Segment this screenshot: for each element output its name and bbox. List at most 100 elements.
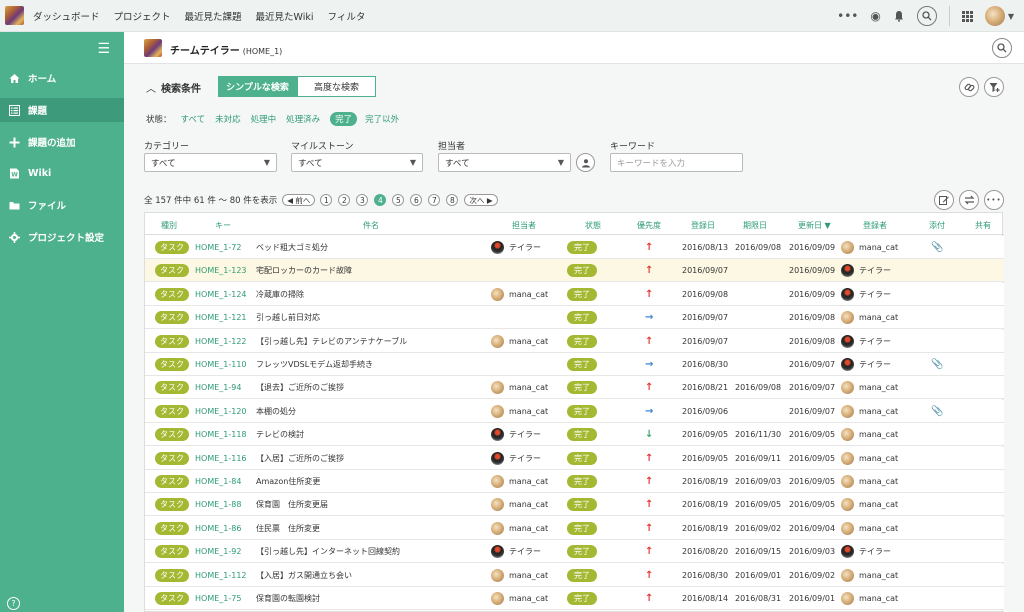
more-options-icon[interactable]: •••	[984, 190, 1004, 210]
issue-key-link[interactable]: HOME_1-112	[195, 571, 247, 580]
issue-key-link[interactable]: HOME_1-116	[195, 454, 247, 463]
issue-key-link[interactable]: HOME_1-86	[195, 524, 241, 533]
table-row[interactable]: タスク HOME_1-88 保育園 住所変更届 mana_cat 完了 ↑ 2016/08/…	[145, 493, 1004, 517]
sidebar-item-home[interactable]: ホーム	[0, 66, 124, 90]
col-subject[interactable]: 件名	[363, 220, 379, 231]
col-created[interactable]: 登録日	[691, 220, 715, 231]
issue-subject-link[interactable]: 引っ越し前日対応	[256, 312, 320, 323]
issue-key-link[interactable]: HOME_1-120	[195, 407, 247, 416]
table-row[interactable]: タスク HOME_1-110 フレッツVDSLモデム返却手続き 完了 → 2016/08/…	[145, 353, 1004, 376]
help-icon[interactable]: ?	[7, 597, 20, 610]
keyword-input[interactable]: キーワードを入力	[610, 153, 743, 172]
sidebar-item-project-settings[interactable]: プロジェクト設定	[0, 225, 124, 249]
status-option-resolved[interactable]: 処理済み	[286, 113, 320, 125]
caret-down-icon[interactable]: ▼	[1008, 12, 1014, 21]
eye-icon[interactable]: ◉	[870, 9, 880, 23]
col-updated[interactable]: 更新日 ▼	[798, 220, 831, 231]
table-row[interactable]: タスク HOME_1-120 本棚の処分 mana_cat 完了 → 2016/09/06 2…	[145, 399, 1004, 423]
sidebar-item-wiki[interactable]: W Wiki	[0, 161, 124, 185]
assign-to-me-button[interactable]	[576, 153, 595, 172]
user-avatar[interactable]	[984, 6, 1005, 26]
issue-key-link[interactable]: HOME_1-122	[195, 337, 247, 346]
table-row[interactable]: タスク HOME_1-123 宅配ロッカーのカード故障 完了 ↑ 2016/09/07 20…	[145, 259, 1004, 283]
issue-key-link[interactable]: HOME_1-88	[195, 500, 241, 509]
col-type[interactable]: 種別	[161, 220, 177, 231]
page-5[interactable]: 5	[392, 194, 405, 206]
issue-key-link[interactable]: HOME_1-84	[195, 477, 241, 486]
table-row[interactable]: タスク HOME_1-75 保育園の転園検討 mana_cat 完了 ↑ 2016/08/1…	[145, 587, 1004, 610]
page-2[interactable]: 2	[338, 194, 351, 206]
issue-key-link[interactable]: HOME_1-123	[195, 266, 247, 275]
sidebar-item-files[interactable]: ファイル	[0, 193, 124, 217]
app-logo[interactable]	[5, 6, 24, 25]
issue-key-link[interactable]: HOME_1-121	[195, 313, 247, 322]
assignee-select[interactable]: すべて ▼	[438, 153, 571, 172]
edit-icon[interactable]	[934, 190, 954, 210]
simple-search-button[interactable]: シンプルな検索	[218, 76, 297, 97]
page-4[interactable]: 4	[374, 194, 387, 206]
page-7[interactable]: 7	[428, 194, 441, 206]
page-3[interactable]: 3	[356, 194, 369, 206]
issue-subject-link[interactable]: 宅配ロッカーのカード故障	[256, 265, 352, 276]
issue-subject-link[interactable]: テレビの検討	[256, 429, 304, 440]
nav-filter[interactable]: フィルタ	[328, 9, 366, 23]
search-icon[interactable]	[916, 6, 937, 26]
issue-key-link[interactable]: HOME_1-94	[195, 383, 241, 392]
issue-key-link[interactable]: HOME_1-75	[195, 594, 241, 603]
issue-subject-link[interactable]: 【引っ越し先】テレビのアンテナケーブル	[256, 336, 407, 347]
nav-recent-issues[interactable]: 最近見た課題	[185, 9, 242, 23]
prev-page-button[interactable]: ◀ 前へ	[282, 194, 316, 206]
col-due[interactable]: 期限日	[743, 220, 767, 231]
table-row[interactable]: タスク HOME_1-72 ベッド粗大ゴミ処分 テイラー 完了 ↑ 2016/08/13 20…	[145, 236, 1004, 259]
sidebar-item-add-issue[interactable]: 課題の追加	[0, 130, 124, 154]
status-option-not-closed[interactable]: 完了以外	[365, 113, 399, 125]
status-option-in-progress[interactable]: 処理中	[251, 113, 277, 125]
issue-subject-link[interactable]: ベッド粗大ゴミ処分	[256, 242, 328, 253]
table-row[interactable]: タスク HOME_1-118 テレビの検討 テイラー 完了 ↓ 2016/09/05 2016…	[145, 423, 1004, 447]
paperclip-icon[interactable]: 📎	[931, 406, 943, 417]
table-row[interactable]: タスク HOME_1-116 【入居】ご近所のご挨拶 テイラー 完了 ↑ 2016/09/0…	[145, 446, 1004, 470]
issue-subject-link[interactable]: フレッツVDSLモデム返却手続き	[256, 359, 373, 370]
table-row[interactable]: タスク HOME_1-124 冷蔵庫の掃除 mana_cat 完了 ↑ 2016/09/08…	[145, 282, 1004, 306]
category-select[interactable]: すべて ▼	[144, 153, 277, 172]
issue-subject-link[interactable]: 住民票 住所変更	[256, 523, 320, 534]
page-8[interactable]: 8	[446, 194, 459, 206]
issue-key-link[interactable]: HOME_1-110	[195, 360, 247, 369]
hamburger-icon[interactable]: ☰	[97, 41, 110, 57]
table-row[interactable]: タスク HOME_1-122 【引っ越し先】テレビのアンテナケーブル mana_cat…	[145, 329, 1004, 353]
more-dots-icon[interactable]: •••	[837, 9, 858, 23]
grid-apps-icon[interactable]	[961, 10, 973, 22]
table-row[interactable]: タスク HOME_1-92 【引っ越し先】インターネット回線契約 テイラー 完了 ↑ 201…	[145, 540, 1004, 564]
issue-subject-link[interactable]: 【入居】ガス開通立ち会い	[256, 570, 352, 581]
col-priority[interactable]: 優先度	[637, 220, 661, 231]
issue-subject-link[interactable]: 【入居】ご近所のご挨拶	[256, 453, 344, 464]
sidebar-item-issues[interactable]: 課題	[0, 98, 124, 122]
link-icon[interactable]	[959, 77, 979, 97]
col-attachments[interactable]: 添付	[929, 220, 945, 231]
swap-icon[interactable]	[959, 190, 979, 210]
status-option-closed[interactable]: 完了	[330, 112, 358, 126]
advanced-search-button[interactable]: 高度な検索	[297, 76, 376, 97]
table-row[interactable]: タスク HOME_1-121 引っ越し前日対応 完了 → 2016/09/07 2016/0…	[145, 306, 1004, 330]
status-option-all[interactable]: すべて	[181, 113, 206, 125]
issue-subject-link[interactable]: 【退去】ご近所のご挨拶	[256, 382, 344, 393]
paperclip-icon[interactable]: 📎	[931, 242, 943, 253]
issue-subject-link[interactable]: 保育園の転園検討	[256, 593, 320, 604]
issue-key-link[interactable]: HOME_1-118	[195, 430, 247, 439]
table-row[interactable]: タスク HOME_1-84 Amazon住所変更 mana_cat 完了 ↑ 2016/08…	[145, 470, 1004, 493]
nav-recent-wiki[interactable]: 最近見たWiki	[256, 9, 314, 23]
milestone-select[interactable]: すべて ▼	[291, 153, 423, 172]
add-filter-icon[interactable]	[984, 77, 1004, 97]
col-shared[interactable]: 共有	[975, 220, 991, 231]
project-title[interactable]: チームテイラー (HOME_1)	[170, 42, 282, 57]
issue-subject-link[interactable]: Amazon住所変更	[256, 476, 320, 487]
status-option-open[interactable]: 未対応	[215, 113, 241, 125]
issue-key-link[interactable]: HOME_1-124	[195, 290, 247, 299]
table-row[interactable]: タスク HOME_1-86 住民票 住所変更 mana_cat 完了 ↑ 2016/08/1…	[145, 516, 1004, 540]
col-reporter[interactable]: 登録者	[863, 220, 887, 231]
table-row[interactable]: タスク HOME_1-94 【退去】ご近所のご挨拶 mana_cat 完了 ↑ 2016/0…	[145, 376, 1004, 400]
project-search-button[interactable]	[992, 38, 1012, 58]
col-status[interactable]: 状態	[585, 220, 601, 231]
col-key[interactable]: キー	[215, 220, 231, 231]
table-row[interactable]: タスク HOME_1-112 【入居】ガス開通立ち会い mana_cat 完了 ↑ 2016…	[145, 563, 1004, 587]
